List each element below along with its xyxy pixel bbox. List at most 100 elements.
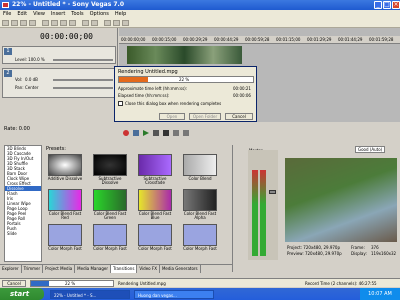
video-clip[interactable] (127, 46, 242, 64)
open-button[interactable]: Open (159, 113, 185, 120)
video-track-header[interactable]: 1 Level: 100.0 % (2, 46, 116, 64)
close-icon[interactable]: × (392, 1, 400, 9)
tab-project-media[interactable]: Project Media (43, 265, 76, 273)
preset-label: Color Blend Fast Green (93, 211, 127, 220)
render-dialog: Rendering Untitled.mpg 22 % Approximate … (114, 66, 257, 122)
play-icon[interactable] (143, 130, 149, 136)
menu-file[interactable]: File (0, 11, 14, 17)
preview-info: Preview: 720x480, 29.970p (287, 251, 342, 256)
status-progress-bar: 22 % (30, 280, 114, 287)
dialog-title: Rendering Untitled.mpg (118, 69, 178, 75)
preset-thumb[interactable] (138, 224, 172, 246)
minimize-icon[interactable]: _ (374, 1, 382, 9)
redo-icon[interactable] (91, 20, 98, 26)
render-icon[interactable] (29, 20, 36, 26)
time-ruler[interactable]: 00:00:00;00 00:00:15;00 00:00:29;29 00:0… (119, 36, 400, 44)
select-icon[interactable] (122, 20, 129, 26)
elapsed-value: 00:00:06 (233, 93, 251, 98)
level-slider[interactable] (53, 59, 113, 61)
preset-thumb[interactable] (183, 189, 217, 211)
open-icon[interactable] (11, 20, 18, 26)
preview-quality-select[interactable]: Good (Auto) (355, 146, 386, 153)
paste-icon[interactable] (60, 20, 67, 26)
dock-tabs: Explorer Trimmer Project Media Media Manage… (0, 264, 232, 273)
cut-icon[interactable] (42, 20, 49, 26)
tab-video-fx[interactable]: Video FX (137, 265, 160, 273)
ruler-tick: 00:00:44;29 (214, 37, 239, 42)
tab-explorer[interactable]: Explorer (0, 265, 22, 273)
master-meters (248, 150, 278, 260)
preset-thumb[interactable] (93, 154, 127, 176)
ruler-tick: 00:00:29;29 (183, 37, 208, 42)
menu-edit[interactable]: Edit (14, 11, 30, 17)
preset-thumb[interactable] (48, 189, 82, 211)
display-label: Display: (351, 251, 367, 256)
maximize-icon[interactable]: □ (383, 1, 391, 9)
transitions-list[interactable]: 3D Blinds 3D Cascade 3D Fly In/Out 3D Sh… (4, 145, 42, 262)
menu-view[interactable]: View (30, 11, 48, 17)
menu-tools[interactable]: Tools (68, 11, 86, 17)
undo-icon[interactable] (82, 20, 89, 26)
save-icon[interactable] (20, 20, 27, 26)
track-number: 1 (4, 48, 12, 55)
master-fader[interactable] (269, 190, 276, 194)
project-info: Project: 720x480, 29.970p (287, 245, 341, 250)
start-button[interactable]: start (0, 288, 44, 300)
task-vegas[interactable]: 22% - Untitled * - S... (50, 290, 130, 299)
pan-slider[interactable] (53, 87, 113, 89)
menu-options[interactable]: Options (87, 11, 112, 17)
preset-thumb[interactable] (93, 189, 127, 211)
checkbox-label: Close this dialog box when rendering com… (125, 101, 222, 106)
go-end-icon[interactable] (183, 130, 189, 136)
menu-bar: File Edit View Insert Tools Options Help (0, 10, 400, 18)
approx-label: Approximate time left (hh:mm:ss): (118, 86, 188, 91)
ruler-tick: 00:01:29;29 (307, 37, 332, 42)
volume-slider[interactable] (53, 79, 113, 81)
elapsed-label: Elapsed time (hh:mm:ss): (118, 93, 170, 98)
snap-icon[interactable] (104, 20, 111, 26)
stop-icon[interactable] (163, 130, 169, 136)
preset-label: Color Morph Fast (48, 246, 82, 251)
delete-icon[interactable] (69, 20, 76, 26)
preset-label: Color Blend (188, 176, 212, 181)
transport-bar (119, 128, 400, 138)
ruler-tick: 00:00:00;00 (121, 37, 146, 42)
tab-media-generators[interactable]: Media Generators (160, 265, 201, 273)
tab-trimmer[interactable]: Trimmer (22, 265, 44, 273)
ruler-tick: 00:01:15;00 (276, 37, 301, 42)
cancel-button[interactable]: Cancel (225, 113, 253, 120)
preset-thumb[interactable] (93, 224, 127, 246)
open-folder-button[interactable]: Open Folder (189, 113, 221, 120)
status-bar: Cancel 22 % Rendering Untitled.mpg Recor… (0, 278, 400, 287)
status-cancel-button[interactable]: Cancel (2, 280, 26, 287)
preset-thumb[interactable] (138, 189, 172, 211)
vol-value: 0.0 dB (25, 77, 38, 82)
preset-label: Subtractive Dissolve (98, 176, 122, 185)
new-icon[interactable] (2, 20, 9, 26)
preset-thumb[interactable] (138, 154, 172, 176)
menu-insert[interactable]: Insert (48, 11, 68, 17)
task-guide[interactable]: Huong dan vegas... (134, 290, 214, 299)
menu-help[interactable]: Help (112, 11, 129, 17)
audio-track-header[interactable]: 2 Vol: 0.0 dB Pan: Center (2, 68, 116, 98)
preset-thumb[interactable] (48, 224, 82, 246)
preset-label: Color Blend Fast Alpha (183, 211, 217, 220)
ruler-tick: 00:01:44;29 (338, 37, 363, 42)
loop-icon[interactable] (133, 130, 139, 136)
go-start-icon[interactable] (173, 130, 179, 136)
record-time: Record Time (2 channels): 46:27:55 (305, 281, 377, 286)
preset-thumb[interactable] (48, 154, 82, 176)
close-when-complete-checkbox[interactable] (118, 101, 123, 106)
track-number: 2 (4, 70, 12, 77)
list-item[interactable]: Slide (5, 231, 41, 236)
progress-fill (31, 281, 50, 286)
preset-thumb[interactable] (183, 154, 217, 176)
preset-thumb[interactable] (183, 224, 217, 246)
copy-icon[interactable] (51, 20, 58, 26)
pause-icon[interactable] (153, 130, 159, 136)
envelope-icon[interactable] (113, 20, 120, 26)
record-icon[interactable] (123, 130, 129, 136)
tab-media-manager[interactable]: Media Manager (75, 265, 111, 273)
progress-label: 22 % (179, 77, 190, 82)
tab-transitions[interactable]: Transitions (110, 265, 138, 273)
